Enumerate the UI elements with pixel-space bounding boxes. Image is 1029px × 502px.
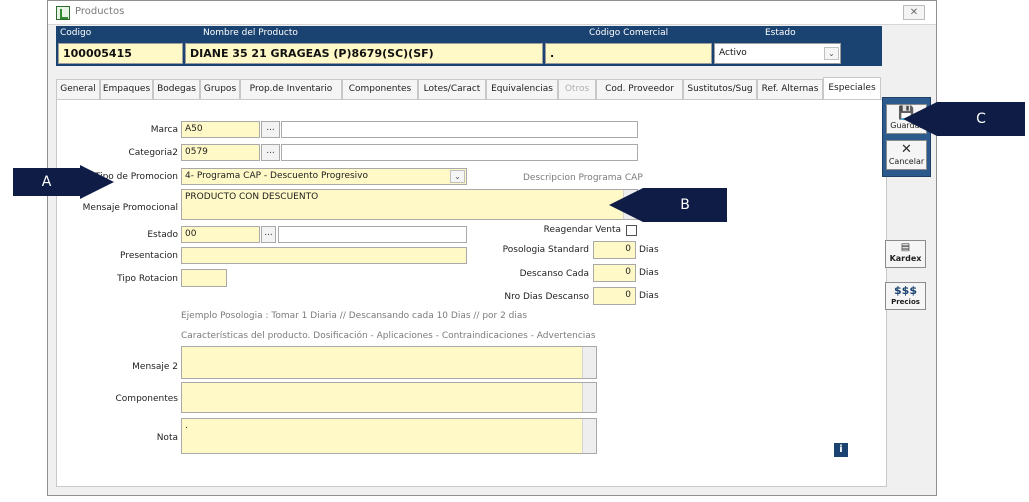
- status-header-label: Estado: [765, 28, 796, 38]
- marca-label: Marca: [150, 125, 178, 135]
- descanso-cada-field[interactable]: 0: [593, 264, 636, 282]
- tab-grupos[interactable]: Grupos: [200, 79, 240, 100]
- commercial-code-header-label: Código Comercial: [589, 28, 669, 38]
- precios-button[interactable]: $$$ Precios: [885, 282, 926, 310]
- estado-label: Estado: [147, 230, 178, 240]
- product-name-field[interactable]: DIANE 35 21 GRAGEAS (P)8679(SC)(SF): [185, 43, 543, 64]
- mensaje-promocional-value: PRODUCTO CON DESCUENTO: [185, 192, 319, 202]
- kardex-button[interactable]: ▤ Kardex: [885, 240, 926, 268]
- callout-c-label: C: [937, 102, 1025, 136]
- tab-lotes-caract[interactable]: Lotes/Caract: [418, 79, 486, 100]
- categoria2-field[interactable]: 0579: [181, 144, 260, 161]
- callout-c-arrow: [903, 102, 937, 136]
- estado-field[interactable]: 00: [181, 226, 260, 243]
- tab-cod-proveedor[interactable]: Cod. Proveedor: [596, 79, 683, 100]
- cancel-icon: ✕: [901, 142, 912, 157]
- mensaje2-scrollbar[interactable]: [582, 347, 596, 378]
- mensaje-promocional-field[interactable]: PRODUCTO CON DESCUENTO: [181, 189, 638, 220]
- nota-label: Nota: [156, 433, 178, 443]
- callout-a-arrow: [80, 165, 114, 199]
- product-code-field[interactable]: 100005415: [58, 43, 183, 64]
- mensaje2-field[interactable]: [181, 346, 597, 379]
- nro-dias-descanso-unit: Dias: [639, 291, 659, 301]
- nota-scrollbar[interactable]: [582, 419, 596, 453]
- reagendar-venta-label: Reagendar Venta: [543, 225, 621, 235]
- componentes-label: Componentes: [115, 394, 178, 404]
- commercial-code-field[interactable]: .: [545, 43, 712, 64]
- nro-dias-descanso-label: Nro Dias Descanso: [504, 292, 589, 302]
- tab-strip: General Empaques Bodegas Grupos Prop.de …: [56, 77, 888, 100]
- tab-ref-alternas[interactable]: Ref. Alternas: [757, 79, 823, 100]
- code-header-label: Codigo: [60, 28, 92, 38]
- posologia-standard-field[interactable]: 0: [593, 241, 636, 259]
- categoria2-label: Categoria2: [128, 148, 178, 158]
- kardex-icon: ▤: [900, 242, 911, 253]
- categoria2-lookup-button[interactable]: ...: [261, 144, 280, 161]
- tab-bodegas[interactable]: Bodegas: [153, 79, 200, 100]
- estado-lookup-button[interactable]: ...: [261, 226, 276, 243]
- tipo-rotacion-field[interactable]: [181, 269, 227, 287]
- mensaje-promocional-label: Mensaje Promocional: [82, 203, 178, 213]
- posologia-standard-label: Posologia Standard: [502, 245, 589, 255]
- nro-dias-descanso-field[interactable]: 0: [593, 287, 636, 305]
- descripcion-cap-label: Descripcion Programa CAP: [523, 173, 643, 183]
- descanso-cada-unit: Dias: [639, 268, 659, 278]
- status-value: Activo: [719, 48, 747, 58]
- callout-b-label: B: [643, 188, 727, 222]
- nota-field[interactable]: .: [181, 418, 597, 454]
- chevron-down-icon[interactable]: ⌄: [450, 170, 465, 183]
- dollar-icon: $$$: [894, 284, 917, 297]
- kardex-label: Kardex: [889, 254, 922, 263]
- mensaje2-label: Mensaje 2: [132, 362, 178, 372]
- reagendar-venta-checkbox[interactable]: [626, 225, 637, 236]
- tab-otros: Otros: [558, 79, 596, 100]
- descanso-cada-label: Descanso Cada: [519, 269, 589, 279]
- tipo-promocion-value: 4- Programa CAP - Descuento Progresivo: [185, 171, 369, 181]
- title-bar: Productos ✕: [48, 1, 936, 25]
- componentes-field[interactable]: [181, 382, 597, 413]
- caracteristicas-text: Características del producto. Dosificaci…: [181, 331, 596, 341]
- tab-prop-inventario[interactable]: Prop.de Inventario: [240, 79, 342, 100]
- tipo-promocion-select[interactable]: 4- Programa CAP - Descuento Progresivo ⌄: [181, 168, 467, 185]
- tipo-rotacion-label: Tipo Rotacion: [117, 274, 178, 284]
- categoria2-description-field[interactable]: [281, 144, 638, 161]
- app-icon: [56, 6, 70, 20]
- componentes-scrollbar[interactable]: [582, 383, 596, 412]
- callout-a-label: A: [13, 168, 80, 196]
- close-icon[interactable]: ✕: [903, 5, 925, 20]
- info-icon[interactable]: i: [834, 443, 848, 457]
- ejemplo-posologia-text: Ejemplo Posologia : Tomar 1 Diaria // De…: [181, 311, 528, 321]
- tab-general[interactable]: General: [56, 79, 100, 100]
- name-header-label: Nombre del Producto: [203, 28, 298, 38]
- presentacion-label: Presentacion: [120, 251, 178, 261]
- header-labels: Codigo Nombre del Producto Código Comerc…: [56, 26, 882, 41]
- callout-b-arrow: [609, 188, 643, 222]
- marca-lookup-button[interactable]: ...: [261, 121, 280, 138]
- tab-empaques[interactable]: Empaques: [100, 79, 153, 100]
- tab-sustitutos-sug[interactable]: Sustitutos/Sug: [683, 79, 757, 100]
- tab-componentes[interactable]: Componentes: [342, 79, 418, 100]
- marca-description-field[interactable]: [281, 121, 638, 138]
- cancelar-label: Cancelar: [888, 157, 925, 166]
- estado-description-field[interactable]: [278, 226, 467, 243]
- nota-value: .: [185, 421, 188, 431]
- posologia-standard-unit: Dias: [639, 245, 659, 255]
- chevron-down-icon[interactable]: ⌄: [824, 47, 839, 60]
- presentacion-field[interactable]: [181, 247, 467, 264]
- marca-field[interactable]: A50: [181, 121, 260, 138]
- tab-equivalencias[interactable]: Equivalencias: [486, 79, 558, 100]
- cancelar-button[interactable]: ✕ Cancelar: [886, 140, 927, 170]
- header-values: 100005415 DIANE 35 21 GRAGEAS (P)8679(SC…: [56, 41, 882, 66]
- window-title: Productos: [75, 6, 125, 17]
- precios-label: Precios: [891, 298, 920, 306]
- status-select[interactable]: Activo ⌄: [714, 43, 841, 64]
- tab-especiales[interactable]: Especiales: [823, 77, 881, 100]
